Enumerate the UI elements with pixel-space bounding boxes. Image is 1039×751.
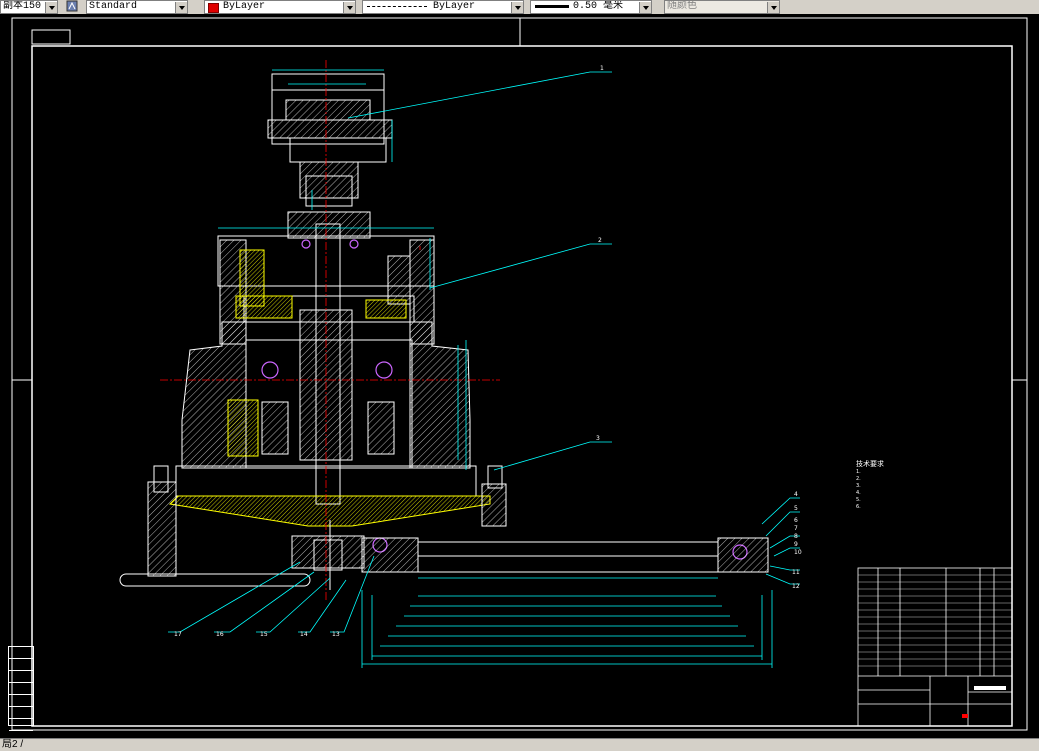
cad-drawing: 1 2 3 4 5 6 7 8 9 10 11 12 13 14 15 16 1… [11,17,1028,731]
tech-note-line: 4. [856,490,861,496]
plot-style-value: 随颜色 [667,1,697,12]
tech-note-line: 3. [856,483,861,489]
title-block [857,567,1013,727]
title-block-mark [962,714,968,718]
parts-list-rows [858,574,1012,667]
color-value: ByLayer [223,1,266,12]
revision-block [8,646,34,731]
balloon-5: 5 [794,505,798,512]
plot-style-dropdown[interactable]: 随颜色 [664,0,780,14]
balloon-12: 12 [792,583,800,590]
outer-border [11,17,1028,731]
balloon-3: 3 [596,435,600,442]
color-dropdown[interactable]: ByLayer [204,0,356,14]
chevron-down-icon[interactable] [511,2,523,13]
linetype-value: ByLayer [433,1,476,12]
lineweight-dropdown[interactable]: 0.50 毫米 [530,0,652,14]
technical-notes: 技术要求 1. 2. 3. 4. 5. 6. [856,460,1006,511]
balloon-13: 13 [332,631,340,638]
chevron-down-icon[interactable] [767,2,779,13]
balloon-17: 17 [174,631,182,638]
leader-lines [168,71,800,633]
drawing-number-box [31,29,71,45]
balloon-11: 11 [792,569,800,576]
chevron-down-icon[interactable] [175,2,187,13]
motor-assembly [267,73,393,207]
linetype-preview-icon [367,6,427,7]
drawing-canvas[interactable]: 1 2 3 4 5 6 7 8 9 10 11 12 13 14 15 16 1… [0,14,1039,738]
linetype-dropdown[interactable]: ByLayer [362,0,524,14]
balloon-15: 15 [260,631,268,638]
balloon-9: 9 [794,541,798,548]
text-style-dropdown[interactable]: Standard [86,0,188,14]
tech-note-line: 6. [856,504,861,510]
command-line-text: 局2 / [2,739,24,750]
balloon-14: 14 [300,631,308,638]
command-line[interactable]: 局2 / [0,738,1039,751]
balloon-6: 6 [794,517,798,524]
dim-style-dropdown[interactable]: 副本150 [0,0,58,14]
title-block-stamp [974,686,1006,690]
part-balloons: 1 2 3 4 5 6 7 8 9 10 11 12 13 14 15 16 1… [174,65,802,638]
chevron-down-icon[interactable] [45,2,57,13]
dim-style-value: 副本150 [3,1,42,12]
balloon-7: 7 [794,525,798,532]
color-swatch-icon [208,3,219,13]
text-style-value: Standard [89,1,138,12]
text-style-icon[interactable] [66,0,78,12]
balloon-16: 16 [216,631,224,638]
chevron-down-icon[interactable] [343,2,355,13]
tech-note-line: 2. [856,476,861,482]
chevron-down-icon[interactable] [639,2,651,13]
gearbox-housing [168,211,491,527]
tech-note-line: 1. [856,469,861,475]
tech-note-line: 5. [856,497,861,503]
lineweight-value: 0.50 毫米 [573,1,624,12]
balloon-8: 8 [794,533,798,540]
properties-toolbar: 副本150 Standard ByLayer ByLayer 0.50 毫米 随… [0,0,1039,15]
balloon-4: 4 [794,491,798,498]
lineweight-icon [535,5,569,8]
cutter-assembly [119,520,769,590]
balloon-2: 2 [598,237,602,244]
balloon-10: 10 [794,549,802,556]
technical-notes-title: 技术要求 [856,460,884,468]
balloon-1: 1 [600,65,604,72]
